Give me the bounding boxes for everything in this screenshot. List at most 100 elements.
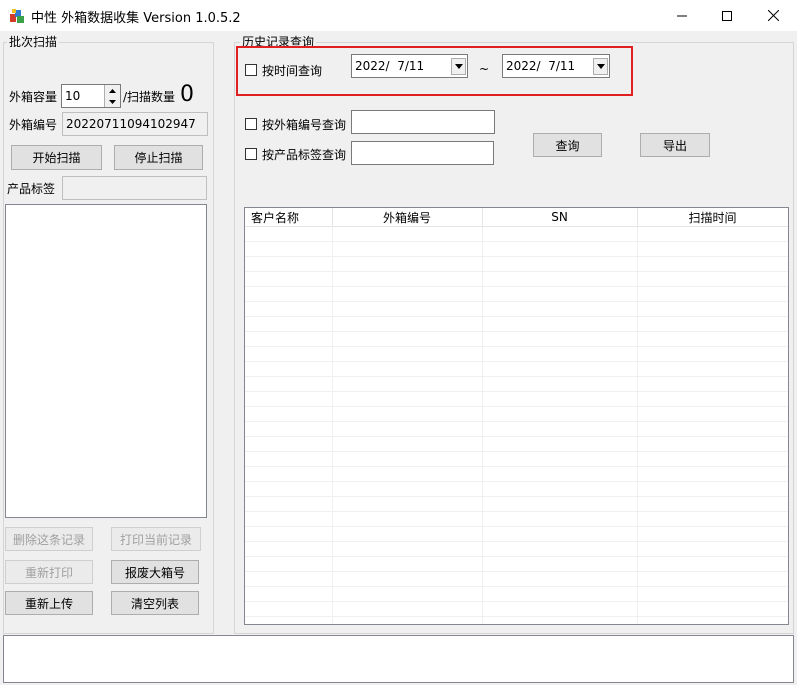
- column-header-sn[interactable]: SN: [482, 208, 638, 227]
- table-cell: [245, 556, 333, 572]
- maximize-icon: [722, 10, 732, 21]
- table-cell: [245, 226, 333, 242]
- table-cell: [332, 301, 483, 317]
- table-cell: [482, 556, 638, 572]
- table-cell: [637, 376, 788, 392]
- query-button[interactable]: 查询: [533, 133, 602, 157]
- arrow-up-icon: [109, 88, 116, 93]
- table-row: [245, 556, 788, 572]
- by-time-checkbox[interactable]: [245, 64, 257, 76]
- date-to-value: 2022/ 7/11: [506, 59, 576, 73]
- table-row: [245, 451, 788, 467]
- stop-scan-button[interactable]: 停止扫描: [114, 145, 203, 170]
- history-table[interactable]: 客户名称 外箱编号 SN 扫描时间: [244, 207, 789, 625]
- print-current-button[interactable]: 打印当前记录: [111, 527, 201, 551]
- table-cell: [245, 481, 333, 497]
- start-scan-button[interactable]: 开始扫描: [11, 145, 102, 170]
- product-query-input[interactable]: [351, 141, 494, 165]
- table-cell: [482, 301, 638, 317]
- column-header-box-no[interactable]: 外箱编号: [332, 208, 483, 227]
- table-cell: [332, 406, 483, 422]
- table-cell: [245, 496, 333, 512]
- table-cell: [332, 241, 483, 257]
- table-cell: [245, 406, 333, 422]
- spin-up-button[interactable]: [105, 85, 120, 96]
- column-header-customer[interactable]: 客户名称: [245, 208, 333, 227]
- date-from-dropdown-button[interactable]: [451, 57, 466, 75]
- table-cell: [637, 586, 788, 602]
- table-cell: [482, 376, 638, 392]
- by-box-label: 按外箱编号查询: [262, 118, 347, 132]
- window-title: 中性 外箱数据收集 Version 1.0.5.2: [31, 11, 241, 26]
- date-from-picker[interactable]: 2022/ 7/11: [351, 54, 468, 78]
- maximize-button[interactable]: [704, 0, 750, 31]
- table-cell: [245, 616, 333, 624]
- table-cell: [482, 286, 638, 302]
- table-cell: [637, 556, 788, 572]
- box-no-query-input[interactable]: [351, 110, 495, 134]
- table-cell: [332, 346, 483, 362]
- table-row: [245, 421, 788, 437]
- table-cell: [637, 361, 788, 377]
- table-cell: [332, 436, 483, 452]
- reprint-button[interactable]: 重新打印: [5, 560, 93, 584]
- table-cell: [637, 541, 788, 557]
- table-cell: [332, 571, 483, 587]
- table-cell: [482, 496, 638, 512]
- table-cell: [332, 421, 483, 437]
- table-cell: [482, 226, 638, 242]
- table-cell: [332, 256, 483, 272]
- table-cell: [637, 346, 788, 362]
- date-from-value: 2022/ 7/11: [355, 59, 425, 73]
- table-cell: [482, 406, 638, 422]
- date-to-picker[interactable]: 2022/ 7/11: [502, 54, 610, 78]
- scan-count-label: /扫描数量: [123, 90, 176, 104]
- table-cell: [637, 511, 788, 527]
- column-header-scan-time[interactable]: 扫描时间: [637, 208, 788, 227]
- table-cell: [332, 616, 483, 624]
- scrap-box-button[interactable]: 报废大箱号: [111, 560, 199, 584]
- table-cell: [245, 241, 333, 257]
- box-no-label: 外箱编号: [9, 118, 58, 132]
- table-cell: [482, 511, 638, 527]
- close-button[interactable]: [750, 0, 796, 31]
- clear-list-button[interactable]: 清空列表: [111, 591, 199, 615]
- table-cell: [332, 526, 483, 542]
- table-cell: [245, 601, 333, 617]
- table-cell: [637, 481, 788, 497]
- table-cell: [245, 541, 333, 557]
- table-cell: [245, 376, 333, 392]
- table-cell: [482, 571, 638, 587]
- reupload-button[interactable]: 重新上传: [5, 591, 93, 615]
- minimize-button[interactable]: [659, 0, 705, 31]
- export-button[interactable]: 导出: [640, 133, 710, 157]
- table-cell: [332, 601, 483, 617]
- table-cell: [332, 316, 483, 332]
- table-row: [245, 496, 788, 512]
- spin-down-button[interactable]: [105, 96, 120, 107]
- table-cell: [482, 316, 638, 332]
- table-cell: [482, 526, 638, 542]
- table-row: [245, 256, 788, 272]
- date-to-dropdown-button[interactable]: [593, 57, 608, 75]
- delete-record-button[interactable]: 删除这条记录: [5, 527, 93, 551]
- by-product-checkbox[interactable]: [245, 148, 257, 160]
- table-cell: [332, 511, 483, 527]
- capacity-value: 10: [65, 89, 81, 103]
- by-box-checkbox[interactable]: [245, 118, 257, 130]
- table-cell: [332, 376, 483, 392]
- by-product-label: 按产品标签查询: [262, 148, 347, 162]
- table-cell: [245, 301, 333, 317]
- table-cell: [332, 556, 483, 572]
- capacity-spinner[interactable]: 10: [61, 84, 121, 108]
- table-row: [245, 346, 788, 362]
- table-cell: [245, 316, 333, 332]
- scan-list[interactable]: [5, 204, 207, 518]
- table-cell: [332, 586, 483, 602]
- table-row: [245, 466, 788, 482]
- table-cell: [332, 271, 483, 287]
- table-cell: [482, 436, 638, 452]
- table-cell: [332, 286, 483, 302]
- table-cell: [637, 256, 788, 272]
- table-cell: [245, 526, 333, 542]
